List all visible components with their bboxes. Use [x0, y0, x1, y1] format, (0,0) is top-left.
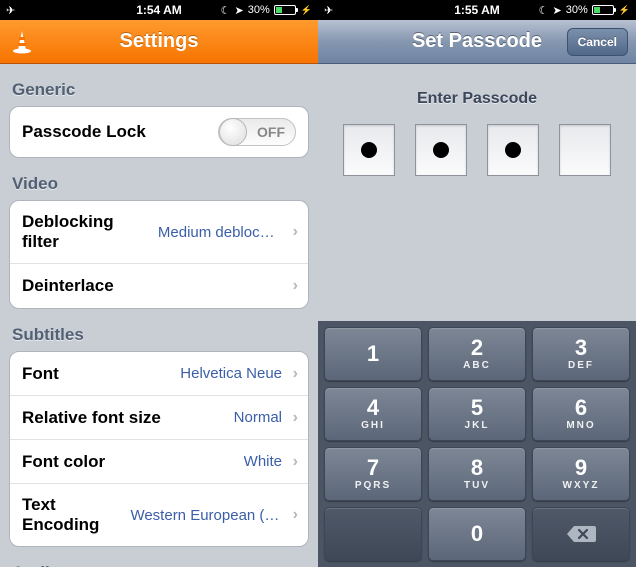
numeric-keypad: 1 2ABC 3DEF 4GHI 5JKL 6MNO 7PQRS 8TUV 9W… — [318, 321, 636, 567]
cell-text-encoding[interactable]: Text Encoding Western European (Win… › — [10, 484, 308, 546]
cell-label: Text Encoding — [22, 495, 122, 535]
group-video: Deblocking filter Medium deblocking › De… — [9, 200, 309, 309]
key-6[interactable]: 6MNO — [532, 387, 630, 441]
cell-font[interactable]: Font Helvetica Neue › — [10, 352, 308, 396]
vlc-logo-icon — [8, 28, 36, 56]
key-backspace[interactable] — [532, 507, 630, 561]
cell-relative-font-size[interactable]: Relative font size Normal › — [10, 396, 308, 440]
section-header-subtitles: Subtitles — [0, 309, 318, 351]
passcode-screen: ✈ 1:55 AM ☾ ➤ 30% ⚡ Set Passcode Cancel … — [318, 0, 636, 567]
passcode-prompt: Enter Passcode — [318, 90, 636, 108]
page-title: Settings — [120, 30, 199, 53]
cell-value: Helvetica Neue — [180, 365, 296, 382]
key-7[interactable]: 7PQRS — [324, 447, 422, 501]
battery-icon — [592, 5, 614, 15]
cell-label: Font color — [22, 452, 105, 472]
navbar: Set Passcode Cancel — [318, 20, 636, 64]
passcode-digit-3 — [487, 124, 539, 176]
key-blank — [324, 507, 422, 561]
cell-label: Deinterlace — [22, 276, 114, 296]
section-header-generic: Generic — [0, 64, 318, 106]
cell-label: Relative font size — [22, 408, 161, 428]
cell-deblocking[interactable]: Deblocking filter Medium deblocking › — [10, 201, 308, 264]
passcode-digit-1 — [343, 124, 395, 176]
section-header-audio: Audio — [0, 547, 318, 567]
passcode-digit-2 — [415, 124, 467, 176]
key-1[interactable]: 1 — [324, 327, 422, 381]
cell-label: Deblocking filter — [22, 212, 150, 252]
passcode-digit-4 — [559, 124, 611, 176]
navbar: Settings — [0, 20, 318, 64]
key-2[interactable]: 2ABC — [428, 327, 526, 381]
status-bar: ✈ 1:54 AM ☾ ➤ 30% ⚡ — [0, 0, 318, 20]
status-time: 1:54 AM — [0, 3, 318, 17]
cell-label: Font — [22, 364, 59, 384]
chevron-right-icon: › — [293, 506, 298, 524]
settings-screen: ✈ 1:54 AM ☾ ➤ 30% ⚡ Settings Generic Pas… — [0, 0, 318, 567]
section-header-video: Video — [0, 158, 318, 200]
backspace-icon — [566, 524, 596, 544]
cell-value: Normal — [234, 409, 296, 426]
chevron-right-icon: › — [293, 223, 298, 241]
chevron-right-icon: › — [293, 409, 298, 427]
chevron-right-icon: › — [293, 453, 298, 471]
passcode-field — [318, 124, 636, 176]
group-subtitles: Font Helvetica Neue › Relative font size… — [9, 351, 309, 547]
cancel-button[interactable]: Cancel — [567, 28, 628, 56]
key-9[interactable]: 9WXYZ — [532, 447, 630, 501]
key-5[interactable]: 5JKL — [428, 387, 526, 441]
key-4[interactable]: 4GHI — [324, 387, 422, 441]
cell-label: Passcode Lock — [22, 122, 146, 142]
battery-icon — [274, 5, 296, 15]
key-3[interactable]: 3DEF — [532, 327, 630, 381]
toggle-knob — [219, 118, 247, 146]
cell-value: Medium deblocking — [158, 224, 296, 241]
chevron-right-icon: › — [293, 277, 298, 295]
passcode-toggle[interactable]: OFF — [218, 118, 296, 146]
toggle-state: OFF — [257, 124, 285, 140]
page-title: Set Passcode — [412, 30, 542, 53]
status-time: 1:55 AM — [318, 3, 636, 17]
group-generic: Passcode Lock OFF — [9, 106, 309, 158]
cell-deinterlace[interactable]: Deinterlace › — [10, 264, 308, 308]
cell-passcode-lock[interactable]: Passcode Lock OFF — [10, 107, 308, 157]
cell-font-color[interactable]: Font color White › — [10, 440, 308, 484]
cell-value: White — [244, 453, 296, 470]
status-bar: ✈ 1:55 AM ☾ ➤ 30% ⚡ — [318, 0, 636, 20]
chevron-right-icon: › — [293, 365, 298, 383]
cell-value: Western European (Win… — [130, 507, 296, 524]
key-0[interactable]: 0 — [428, 507, 526, 561]
key-8[interactable]: 8TUV — [428, 447, 526, 501]
